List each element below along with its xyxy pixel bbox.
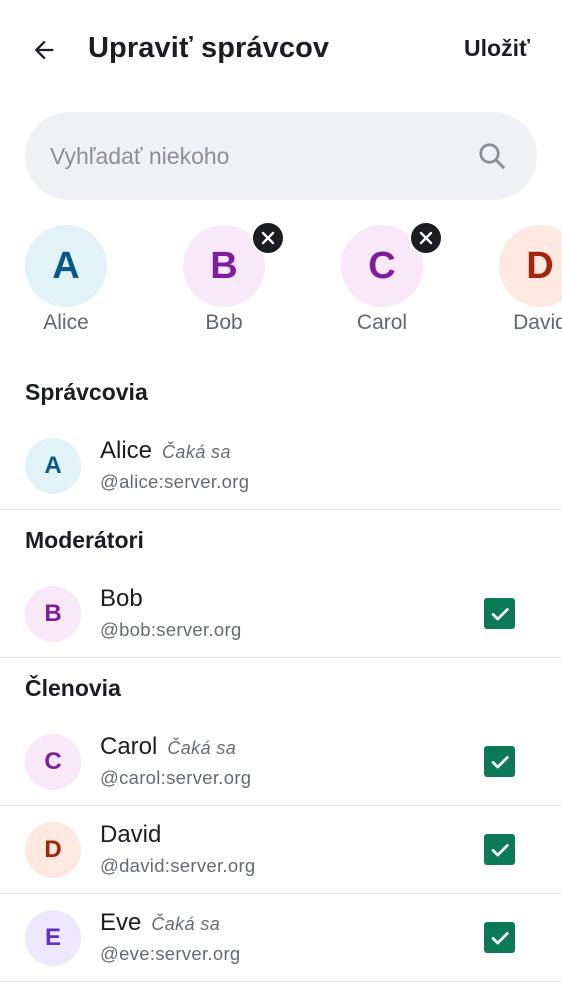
chip-label: Bob xyxy=(205,311,243,334)
list-item-david[interactable]: D David @david:server.org xyxy=(0,806,562,894)
avatar: D xyxy=(499,225,562,307)
section-header-moderators: Moderátori xyxy=(25,527,144,553)
checkmark-icon xyxy=(491,607,509,620)
section-header-admins: Správcovia xyxy=(25,379,148,405)
chip-label: Carol xyxy=(356,311,408,334)
user-display-name: David xyxy=(100,821,162,848)
list-item-bob[interactable]: B Bob @bob:server.org xyxy=(0,570,562,658)
list-item-alice[interactable]: A Alice Čaká sa @alice:server.org xyxy=(0,422,562,510)
top-app-bar: Upraviť správcov Uložiť xyxy=(0,0,562,100)
user-name-line: Eve Čaká sa xyxy=(100,909,220,937)
user-display-name: Bob xyxy=(100,585,143,612)
list-item-eve[interactable]: E Eve Čaká sa @eve:server.org xyxy=(0,894,562,982)
chip-label: David xyxy=(513,311,562,334)
arrow-left-icon xyxy=(34,40,54,60)
avatar: A xyxy=(25,438,81,494)
user-display-name: Alice xyxy=(100,437,153,464)
avatar: A xyxy=(25,225,107,307)
remove-chip-button[interactable] xyxy=(251,221,285,255)
pending-label: Čaká sa xyxy=(167,738,237,758)
user-id: @carol:server.org xyxy=(100,767,252,788)
user-display-name: Eve xyxy=(100,909,142,936)
selected-users-row: A Alice B Bob C Carol D David xyxy=(0,220,562,340)
avatar: D xyxy=(25,822,81,878)
avatar: E xyxy=(25,910,81,966)
save-button[interactable]: Uložiť xyxy=(464,35,530,62)
user-name-line: Alice Čaká sa xyxy=(100,437,231,465)
user-name-line: David xyxy=(100,821,161,849)
user-id: @alice:server.org xyxy=(100,471,250,492)
close-icon xyxy=(419,231,433,245)
remove-chip-button[interactable] xyxy=(409,221,443,255)
search-bar[interactable] xyxy=(25,112,537,200)
back-button[interactable] xyxy=(24,30,64,70)
pending-label: Čaká sa xyxy=(162,442,231,462)
select-checkbox[interactable] xyxy=(484,598,515,629)
select-checkbox[interactable] xyxy=(484,834,515,865)
user-id: @bob:server.org xyxy=(100,619,242,640)
user-id: @david:server.org xyxy=(100,855,256,876)
user-display-name: Carol xyxy=(100,733,158,760)
user-name-line: Carol Čaká sa xyxy=(100,733,236,761)
selected-chip-david[interactable]: D David xyxy=(485,225,562,337)
checkmark-icon xyxy=(491,843,509,856)
page-title: Upraviť správcov xyxy=(88,32,330,64)
selected-chip-bob[interactable]: B Bob xyxy=(169,221,285,337)
selected-chip-carol[interactable]: C Carol xyxy=(327,221,443,337)
search-icon[interactable] xyxy=(477,141,507,171)
search-input[interactable] xyxy=(50,112,470,200)
section-header-members: Členovia xyxy=(25,675,121,701)
close-icon xyxy=(261,231,275,245)
chip-label: Alice xyxy=(43,311,89,334)
selected-chip-alice[interactable]: A Alice xyxy=(11,225,121,337)
select-checkbox[interactable] xyxy=(484,746,515,777)
avatar: B xyxy=(25,586,81,642)
avatar: C xyxy=(25,734,81,790)
list-item-carol[interactable]: C Carol Čaká sa @carol:server.org xyxy=(0,718,562,806)
pending-label: Čaká sa xyxy=(151,914,221,934)
user-id: @eve:server.org xyxy=(100,943,241,964)
select-checkbox[interactable] xyxy=(484,922,515,953)
checkmark-icon xyxy=(491,931,509,944)
checkmark-icon xyxy=(491,755,509,768)
user-name-line: Bob xyxy=(100,585,143,613)
